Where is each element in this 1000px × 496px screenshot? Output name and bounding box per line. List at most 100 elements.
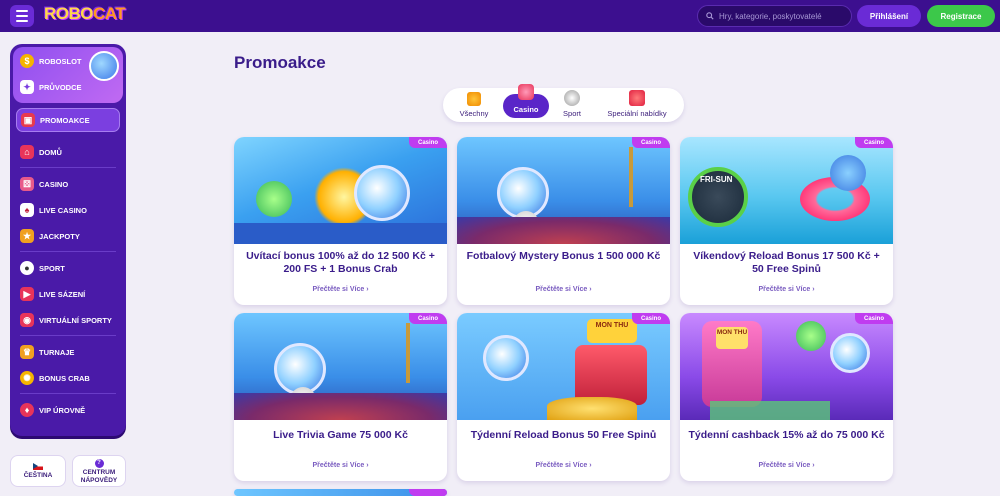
read-more-link[interactable]: Přečtěte si Více › — [457, 286, 670, 293]
green-robot-icon — [256, 181, 292, 217]
promo-card[interactable]: MON THU Casino Týdenní cashback 15% až d… — [680, 313, 893, 481]
promo-card[interactable]: FRI-SUN Casino Víkendový Reload Bonus 17… — [680, 137, 893, 305]
sidebar-item-label: SPORT — [39, 263, 65, 273]
promo-title: Uvítací bonus 100% až do 12 500 Kč + 200… — [246, 250, 435, 275]
sidebar-divider — [20, 393, 116, 394]
sidebar-item-virtual-sports[interactable]: ◉ VIRTUÁLNÍ SPORTY — [16, 309, 120, 331]
guide-icon: ✦ — [20, 80, 34, 94]
top-bar: ROBOCAT Přihlášení Registrace — [0, 0, 1000, 32]
sidebar-divider — [20, 251, 116, 252]
category-badge: Casino — [409, 313, 447, 324]
promo-image: MON THU — [457, 313, 670, 420]
sidebar-item-sport[interactable]: ● SPORT — [16, 257, 120, 279]
read-more-link[interactable]: Přečtěte si Více › — [457, 462, 670, 469]
register-button[interactable]: Registrace — [927, 5, 995, 27]
page-title: Promoakce — [234, 53, 326, 72]
help-label-line1: CENTRUM — [82, 468, 116, 476]
sidebar-item-bonus-crab[interactable]: ✺ BONUS CRAB — [16, 367, 120, 389]
sidebar-item-label: TURNAJE — [39, 347, 75, 357]
promo-card[interactable]: Casino Live Trivia Game 75 000 Kč Přečtě… — [234, 313, 447, 481]
sidebar-item-live-betting[interactable]: ▶ LIVE SÁZENÍ — [16, 283, 120, 305]
sidebar-item-guide[interactable]: ✦ PRŮVODCE — [16, 76, 120, 98]
promo-title: Fotbalový Mystery Bonus 1 500 000 Kč — [466, 250, 661, 262]
fri-sun-text: FRI-SUN — [700, 175, 733, 184]
tab-special-offers[interactable]: Speciální nabídky — [595, 90, 679, 118]
tab-label: Speciální nabídky — [607, 108, 667, 118]
sidebar-item-vip[interactable]: ♦ VIP ÚROVNĚ — [16, 399, 120, 421]
sidebar-item-live-casino[interactable]: ♠ LIVE CASINO — [16, 199, 120, 221]
gold-coins-art — [547, 397, 637, 420]
mon-thu-sign: MON THU — [716, 327, 748, 349]
read-more-link[interactable]: Přečtěte si Více › — [680, 286, 893, 293]
language-selector[interactable]: ČEŠTINA — [10, 455, 66, 487]
green-robot-icon — [796, 321, 826, 351]
search-box[interactable] — [697, 5, 852, 27]
roulette-art — [457, 217, 670, 244]
sidebar-item-label: VIP ÚROVNĚ — [39, 405, 86, 415]
chevron-right-icon: › — [589, 462, 592, 469]
read-more-label: Přečtěte si Více — [758, 286, 811, 293]
logo[interactable]: ROBOCAT — [44, 4, 126, 24]
search-icon — [706, 12, 714, 20]
search-input[interactable] — [719, 11, 839, 21]
chevron-right-icon: › — [812, 286, 815, 293]
read-more-label: Přečtěte si Více — [535, 286, 588, 293]
question-icon: ? — [94, 458, 104, 468]
sidebar-item-label: ROBOSLOT — [39, 56, 82, 66]
menu-button[interactable] — [10, 5, 34, 27]
chevron-right-icon: › — [366, 286, 369, 293]
roulette-art — [234, 393, 447, 420]
promo-card[interactable]: Casino Uvítací bonus 100% až do 12 500 K… — [234, 137, 447, 305]
chevron-right-icon: › — [589, 286, 592, 293]
chevron-right-icon: › — [812, 462, 815, 469]
promo-card[interactable]: MON THU Casino Týdenní Reload Bonus 50 F… — [457, 313, 670, 481]
read-more-label: Přečtěte si Více — [758, 462, 811, 469]
tab-label: Všechny — [459, 108, 489, 118]
help-center-button[interactable]: ? CENTRUM NÁPOVĚDY — [72, 455, 126, 487]
promo-image — [457, 137, 670, 244]
sidebar-item-roboslot[interactable]: $ ROBOSLOT — [16, 50, 120, 72]
sidebar-item-label: DOMŮ — [39, 147, 62, 157]
tab-casino[interactable]: Casino — [503, 84, 549, 118]
category-badge: Casino — [632, 313, 670, 324]
login-button[interactable]: Přihlášení — [857, 5, 921, 27]
tab-label: Casino — [513, 104, 539, 114]
dice-icon: ⚄ — [20, 177, 34, 191]
robot-cat-icon — [483, 335, 529, 381]
gift-icon: ▣ — [21, 113, 35, 127]
sidebar-item-tournaments[interactable]: ♛ TURNAJE — [16, 341, 120, 363]
tab-sport[interactable]: Sport — [555, 90, 589, 118]
sidebar-item-jackpots[interactable]: ★ JACKPOTY — [16, 225, 120, 247]
sidebar-item-promotions[interactable]: ▣ PROMOAKCE — [16, 108, 120, 132]
gift-icon — [629, 90, 645, 106]
czech-flag-icon — [33, 463, 43, 470]
sidebar-item-label: LIVE SÁZENÍ — [39, 289, 86, 299]
pole-art — [406, 323, 410, 383]
language-label: ČEŠTINA — [23, 472, 53, 479]
sidebar-item-home[interactable]: ⌂ DOMŮ — [16, 141, 120, 163]
soccer-ball-icon: ● — [20, 261, 34, 275]
read-more-link[interactable]: Přečtěte si Více › — [234, 286, 447, 293]
soccer-ball-icon — [564, 90, 580, 106]
sidebar-divider — [20, 167, 116, 168]
category-badge: Casino — [632, 137, 670, 148]
read-more-link[interactable]: Přečtěte si Více › — [234, 462, 447, 469]
tab-all[interactable]: Všechny — [451, 92, 497, 118]
sidebar-item-label: JACKPOTY — [39, 231, 80, 241]
promo-card-partial[interactable] — [234, 489, 447, 496]
slot-machine-art — [575, 345, 647, 405]
sidebar-item-label: LIVE CASINO — [39, 205, 87, 215]
robot-cat-icon — [830, 333, 870, 373]
promo-card[interactable]: Casino Fotbalový Mystery Bonus 1 500 000… — [457, 137, 670, 305]
sidebar-divider — [20, 335, 116, 336]
read-more-label: Přečtěte si Více — [312, 286, 365, 293]
promo-image — [234, 313, 447, 420]
read-more-link[interactable]: Přečtěte si Více › — [680, 462, 893, 469]
floor-art — [234, 223, 447, 244]
cards-icon: ♠ — [20, 203, 34, 217]
category-badge: Casino — [855, 313, 893, 324]
sidebar-item-casino[interactable]: ⚄ CASINO — [16, 173, 120, 195]
sidebar-item-label: PRŮVODCE — [39, 82, 82, 92]
promo-category-tabs: Všechny Casino Sport Speciální nabídky — [443, 84, 684, 122]
trophy-icon — [467, 92, 481, 106]
